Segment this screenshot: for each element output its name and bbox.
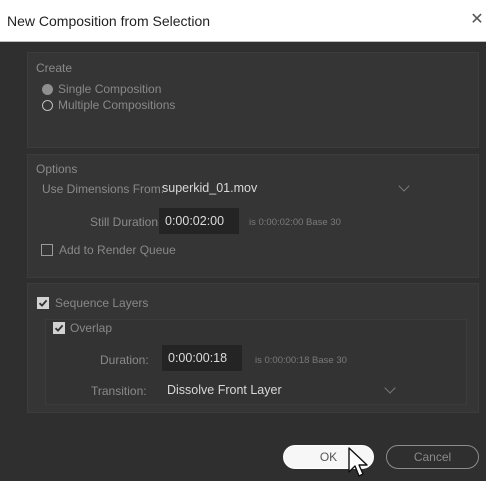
options-section-header: Options xyxy=(36,162,78,176)
duration-input[interactable]: 0:00:00:18 xyxy=(162,345,242,371)
radio-unselected-icon xyxy=(42,100,53,111)
duration-label: Duration: xyxy=(100,353,149,367)
sequence-layers-label: Sequence Layers xyxy=(55,296,149,310)
checkmark-icon xyxy=(38,299,48,307)
close-icon[interactable]: ✕ xyxy=(468,10,486,30)
use-dimensions-label: Use Dimensions From: xyxy=(42,182,165,196)
add-to-render-queue-label: Add to Render Queue xyxy=(59,243,176,257)
add-to-render-queue-checkbox[interactable]: Add to Render Queue xyxy=(41,241,241,259)
still-duration-info: is 0:00:02:00 Base 30 xyxy=(249,217,341,228)
overlap-checkbox[interactable]: Overlap xyxy=(53,320,203,338)
checkbox-checked-icon xyxy=(37,297,49,309)
radio-single-composition-label: Single Composition xyxy=(58,82,162,96)
still-duration-input[interactable]: 0:00:02:00 xyxy=(159,208,239,234)
use-dimensions-dropdown[interactable]: superkid_01.mov xyxy=(162,176,420,200)
cancel-button[interactable]: Cancel xyxy=(386,445,479,469)
chevron-down-icon xyxy=(398,180,410,192)
options-panel: Options Use Dimensions From: superkid_01… xyxy=(27,154,479,278)
checkbox-unchecked-icon xyxy=(41,244,53,256)
sequence-layers-checkbox[interactable]: Sequence Layers xyxy=(37,295,237,313)
overlap-panel: Overlap Duration: 0:00:00:18 is 0:00:00:… xyxy=(45,319,467,405)
radio-single-composition[interactable]: Single Composition xyxy=(42,82,242,98)
transition-dropdown[interactable]: Dissolve Front Layer xyxy=(167,378,397,402)
checkbox-checked-icon xyxy=(53,322,65,334)
dialog-title: New Composition from Selection xyxy=(7,13,211,29)
dialog-window: New Composition from Selection ✕ Create … xyxy=(0,0,486,481)
create-panel: Create Single Composition Multiple Compo… xyxy=(27,52,479,148)
transition-value: Dissolve Front Layer xyxy=(167,383,282,397)
dialog-body: Create Single Composition Multiple Compo… xyxy=(0,42,486,481)
checkmark-icon xyxy=(54,324,64,332)
overlap-label: Overlap xyxy=(70,321,113,335)
title-bar: New Composition from Selection ✕ xyxy=(0,0,486,42)
still-duration-label: Still Duration: xyxy=(90,215,162,229)
radio-multiple-compositions-label: Multiple Compositions xyxy=(58,98,176,112)
duration-info: is 0:00:00:18 Base 30 xyxy=(255,355,347,366)
sequence-panel: Sequence Layers Overlap Duration: 0:00:0… xyxy=(27,283,479,413)
mouse-pointer-icon xyxy=(348,447,368,477)
radio-selected-icon xyxy=(42,84,53,95)
create-section-header: Create xyxy=(36,61,73,75)
chevron-down-icon xyxy=(384,382,396,394)
transition-label: Transition: xyxy=(91,384,147,398)
radio-multiple-compositions[interactable]: Multiple Compositions xyxy=(42,98,242,114)
use-dimensions-value: superkid_01.mov xyxy=(162,181,258,195)
